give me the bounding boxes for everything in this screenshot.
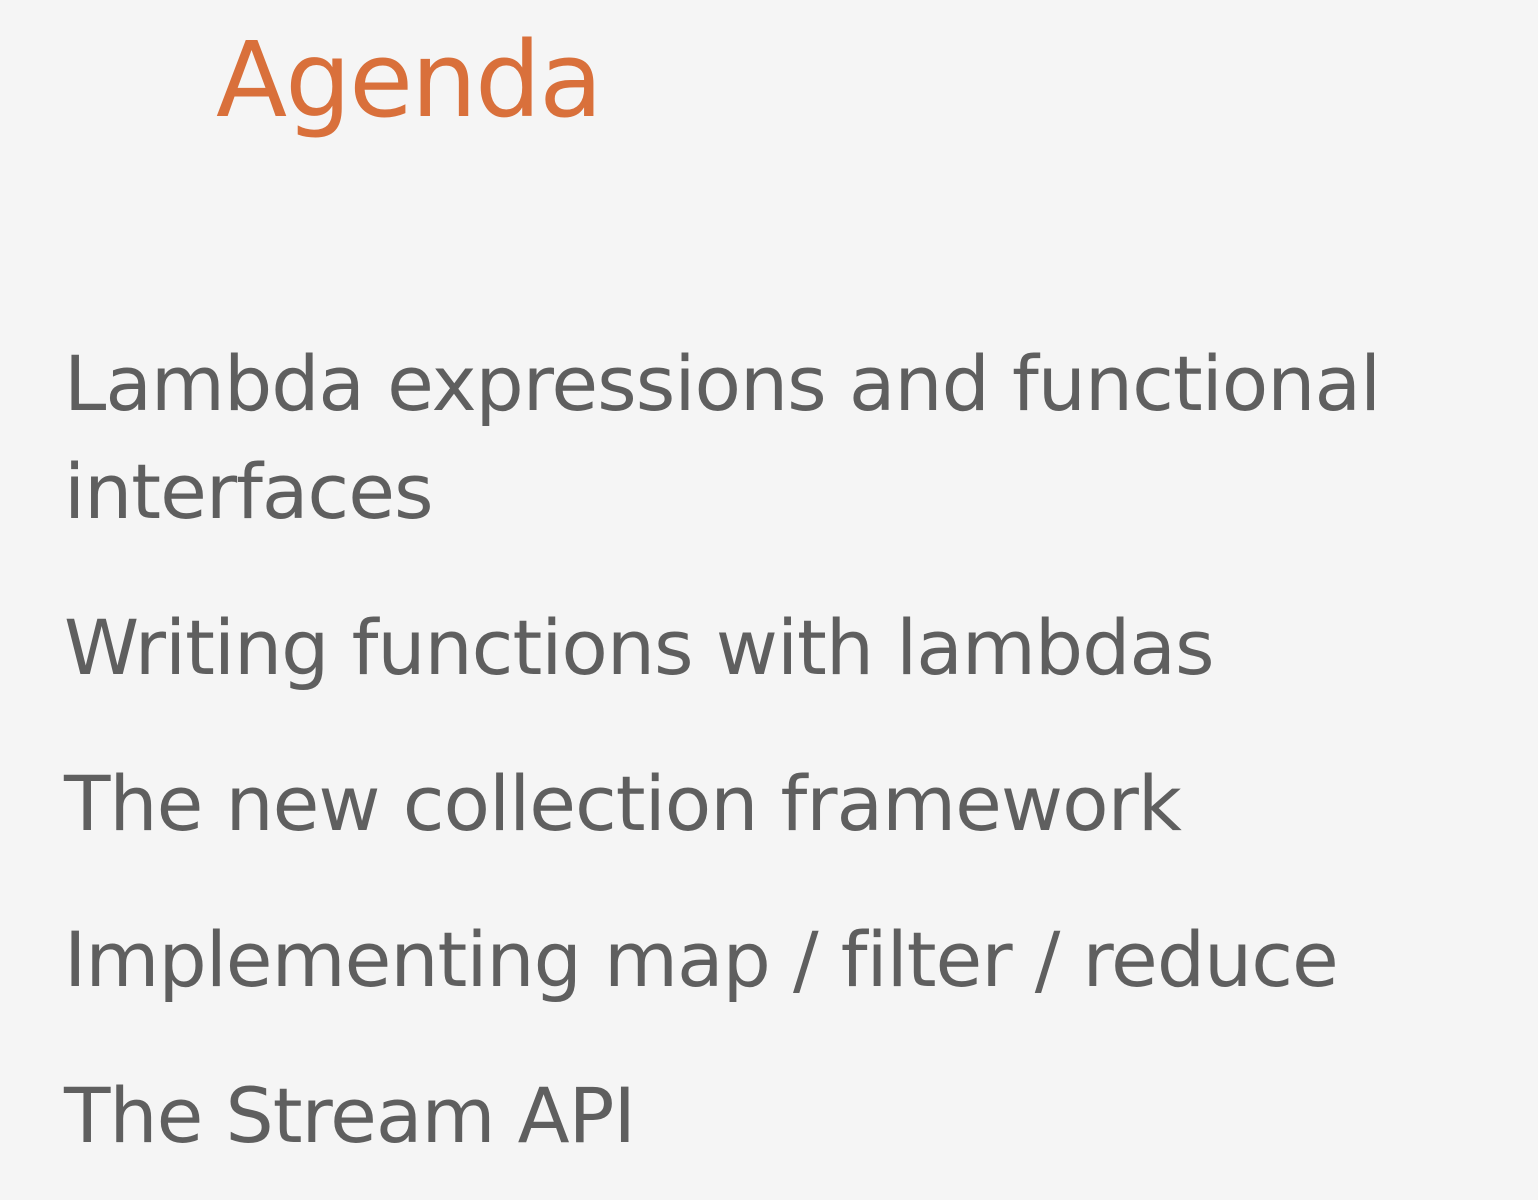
agenda-item-line: Writing functions with lambdas (64, 603, 1215, 692)
agenda-item-line: The new collection framework (64, 759, 1182, 848)
agenda-item-map-filter-reduce: Implementing map / filter / reduce (64, 906, 1484, 1014)
agenda-item-line: Implementing map / filter / reduce (64, 915, 1339, 1004)
slide-title: Agenda (216, 19, 603, 141)
agenda-list: Lambda expressions and functional interf… (64, 330, 1484, 1170)
agenda-item-line: The Stream API (64, 1071, 636, 1160)
agenda-item-lambda-expressions: Lambda expressions and functional interf… (64, 330, 1484, 546)
agenda-item-writing-functions: Writing functions with lambdas (64, 594, 1484, 702)
agenda-item-stream-api: The Stream API (64, 1062, 1484, 1170)
agenda-item-line: Lambda expressions and functional (64, 339, 1381, 428)
agenda-slide: Agenda Lambda expressions and functional… (0, 0, 1538, 1200)
agenda-item-collection-framework: The new collection framework (64, 750, 1484, 858)
agenda-item-line: interfaces (64, 447, 434, 536)
